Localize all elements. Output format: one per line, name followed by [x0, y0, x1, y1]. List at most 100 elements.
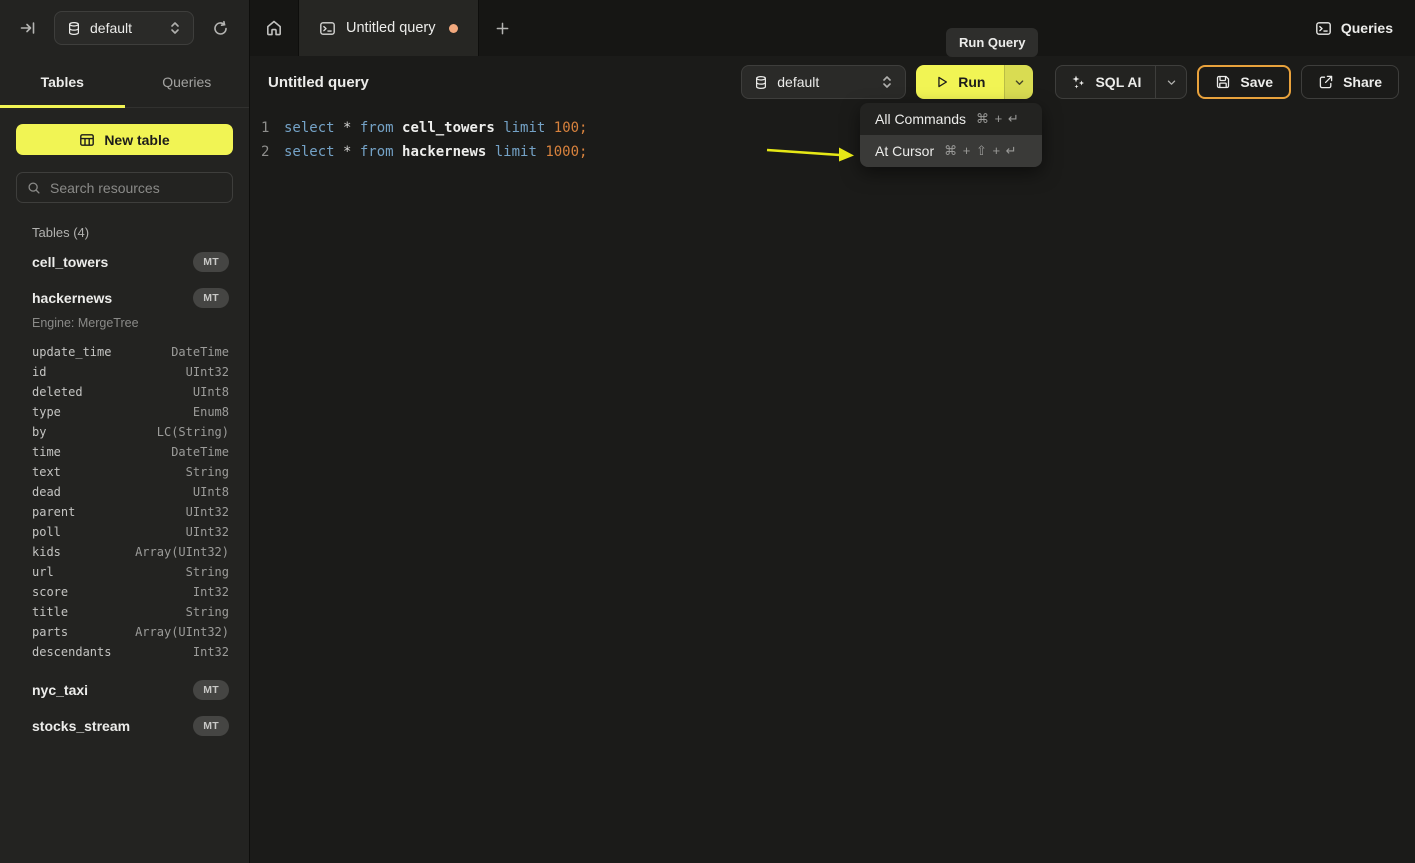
table-name: hackernews — [32, 290, 112, 306]
sql-editor[interactable]: 1select * from cell_towers limit 100;2se… — [250, 108, 1415, 863]
column-type: Int32 — [193, 585, 229, 600]
column-row[interactable]: byLC(String) — [16, 422, 233, 442]
new-table-label: New table — [104, 132, 169, 148]
table-engine-badge: MT — [193, 680, 229, 700]
column-row[interactable]: idUInt32 — [16, 362, 233, 382]
column-type: String — [186, 565, 229, 580]
code-text: select * from cell_towers limit 100; — [284, 116, 587, 140]
sidebar-tab-queries[interactable]: Queries — [125, 56, 250, 107]
sidebar-tab-tables[interactable]: Tables — [0, 56, 125, 107]
code-token: * — [343, 144, 360, 160]
column-name: time — [32, 445, 61, 460]
column-row[interactable]: textString — [16, 462, 233, 482]
column-name: parent — [32, 505, 75, 520]
column-row[interactable]: title String — [16, 602, 233, 622]
sql-ai-button[interactable]: SQL AI — [1056, 66, 1155, 98]
new-table-button[interactable]: New table — [16, 124, 233, 155]
code-token: cell_towers — [402, 120, 503, 136]
sidebar-database-select[interactable]: default — [54, 11, 194, 45]
column-row[interactable]: score Int32 — [16, 582, 233, 602]
column-type: DateTime — [171, 445, 229, 460]
table-row[interactable]: cell_towersMT — [16, 244, 233, 280]
queries-panel-button[interactable]: Queries — [1293, 0, 1415, 56]
share-external-icon — [1318, 74, 1334, 90]
search-input[interactable] — [50, 180, 222, 196]
collapse-sidebar-button[interactable] — [16, 16, 40, 40]
column-row[interactable]: deleted UInt8 — [16, 382, 233, 402]
code-token: limit — [503, 120, 554, 136]
column-name: deleted — [32, 385, 83, 400]
unsaved-indicator-dot — [449, 24, 458, 33]
query-title: Untitled query — [268, 74, 369, 91]
share-button-label: Share — [1343, 74, 1382, 90]
column-type: UInt32 — [186, 525, 229, 540]
table-name: cell_towers — [32, 254, 108, 270]
run-split-button: Run — [916, 65, 1033, 99]
run-options-menu: All Commands⌘ + ↵At Cursor⌘ + ⇧ + ↵ — [860, 103, 1042, 167]
column-row[interactable]: pollUInt32 — [16, 522, 233, 542]
table-engine-label: Engine: MergeTree — [16, 316, 233, 338]
column-row[interactable]: descendantsInt32 — [16, 642, 233, 662]
refresh-icon — [212, 20, 229, 37]
run-button-label: Run — [958, 74, 985, 90]
sidebar-database-value: default — [90, 20, 160, 36]
play-icon — [935, 75, 949, 89]
run-button[interactable]: Run — [916, 65, 1004, 99]
column-type: String — [186, 605, 229, 620]
table-row[interactable]: stocks_streamMT — [16, 708, 233, 744]
share-button[interactable]: Share — [1301, 65, 1399, 99]
column-type: Array(UInt32) — [135, 625, 229, 640]
editor-header: Untitled query default — [250, 56, 1415, 108]
menu-item-at-cursor[interactable]: At Cursor⌘ + ⇧ + ↵ — [860, 135, 1042, 167]
sidebar-tabs: Tables Queries — [0, 56, 249, 108]
save-floppy-icon — [1215, 74, 1231, 90]
column-type: LC(String) — [157, 425, 229, 440]
column-row[interactable]: update_timeDateTime — [16, 342, 233, 362]
column-row[interactable]: time DateTime — [16, 442, 233, 462]
sidebar: Tables Queries New table Tables (4) — [0, 56, 250, 863]
save-button-label: Save — [1240, 74, 1273, 90]
table-row[interactable]: hackernews MT — [16, 280, 233, 316]
run-options-button[interactable] — [1004, 65, 1033, 99]
sql-ai-label: SQL AI — [1095, 74, 1141, 90]
plus-icon — [495, 21, 510, 36]
table-engine-badge: MT — [193, 288, 229, 308]
query-database-value: default — [777, 74, 872, 90]
code-token: select — [284, 144, 343, 160]
sidebar-content: New table Tables (4) cell_towersMThacker… — [0, 108, 249, 863]
column-type: Int32 — [193, 645, 229, 660]
editor-header-controls: default Run — [741, 65, 1399, 99]
menu-item-all-commands[interactable]: All Commands⌘ + ↵ — [860, 103, 1042, 135]
code-token: limit — [495, 144, 546, 160]
column-type: UInt8 — [193, 385, 229, 400]
code-token: hackernews — [402, 144, 495, 160]
line-number: 2 — [261, 140, 283, 164]
save-button[interactable]: Save — [1197, 65, 1291, 99]
column-row[interactable]: partsArray(UInt32) — [16, 622, 233, 642]
code-token: 1000; — [545, 144, 587, 160]
table-grid-icon — [79, 132, 95, 148]
column-row[interactable]: kidsArray(UInt32) — [16, 542, 233, 562]
refresh-button[interactable] — [208, 16, 233, 41]
tab-untitled-query[interactable]: Untitled query — [298, 0, 479, 56]
query-database-select[interactable]: default — [741, 65, 906, 99]
search-icon — [27, 181, 41, 195]
column-row[interactable]: deadUInt8 — [16, 482, 233, 502]
table-row[interactable]: nyc_taxiMT — [16, 672, 233, 708]
column-row[interactable]: typeEnum8 — [16, 402, 233, 422]
column-name: type — [32, 405, 61, 420]
column-row[interactable]: urlString — [16, 562, 233, 582]
home-button[interactable] — [250, 0, 298, 56]
menu-item-label: At Cursor — [875, 143, 934, 159]
sparkles-icon — [1070, 74, 1086, 90]
queries-button-label: Queries — [1341, 20, 1393, 36]
menu-item-shortcut: ⌘ + ↵ — [976, 111, 1020, 127]
sql-ai-options-button[interactable] — [1155, 66, 1186, 98]
column-row[interactable]: parentUInt32 — [16, 502, 233, 522]
new-tab-button[interactable] — [479, 0, 525, 56]
collapse-sidebar-icon — [20, 20, 36, 36]
column-name: id — [32, 365, 46, 380]
code-text: select * from hackernews limit 1000; — [284, 140, 587, 164]
column-name: title — [32, 605, 68, 620]
column-name: score — [32, 585, 68, 600]
